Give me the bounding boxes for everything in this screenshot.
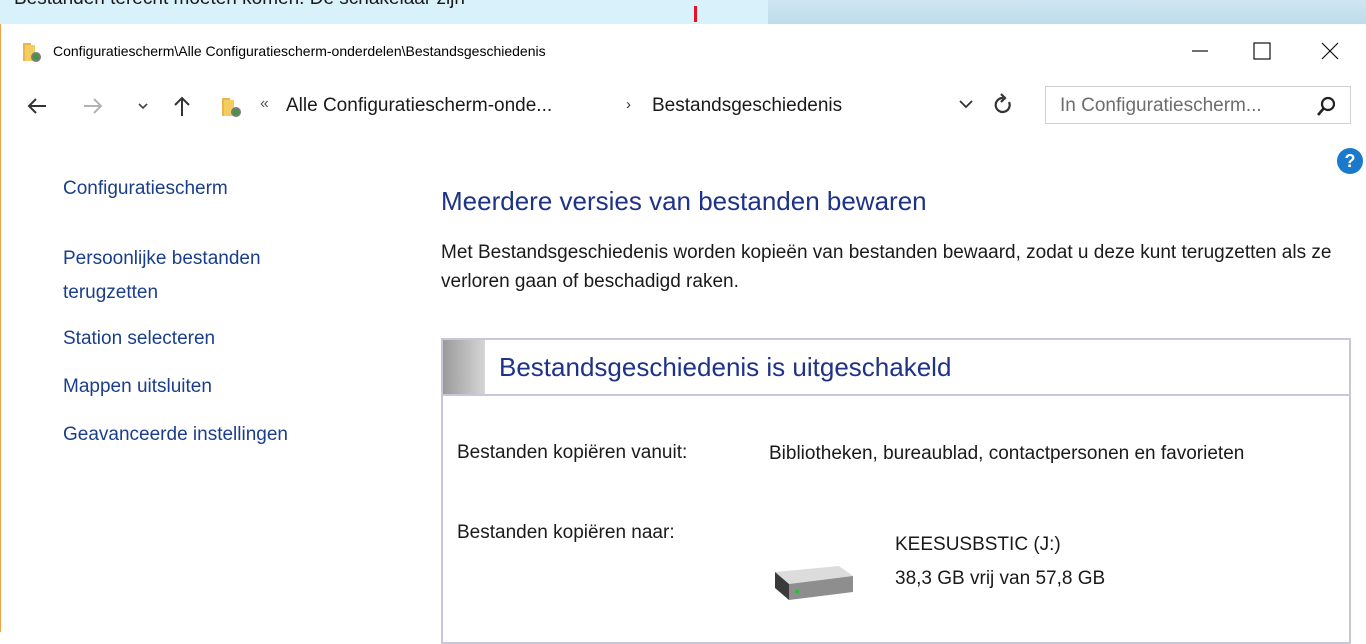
forward-button[interactable] bbox=[75, 90, 111, 122]
sidebar-item-restore-personal-files-2[interactable]: terugzetten bbox=[63, 276, 158, 310]
up-arrow-icon bbox=[174, 96, 190, 116]
file-history-window: Configuratiescherm\Alle Configuratiesche… bbox=[0, 24, 1366, 644]
recent-locations-button[interactable] bbox=[131, 90, 155, 122]
search-placeholder: In Configuratiescherm... bbox=[1060, 95, 1262, 116]
sidebar-item-advanced-settings[interactable]: Geavanceerde instellingen bbox=[63, 418, 288, 452]
search-icon[interactable] bbox=[1316, 95, 1338, 122]
forward-arrow-icon bbox=[84, 98, 103, 114]
sidebar-item-select-drive[interactable]: Station selecteren bbox=[63, 322, 215, 356]
title-bar[interactable]: Configuratiescherm\Alle Configuratiesche… bbox=[1, 24, 1366, 78]
status-indicator bbox=[443, 340, 485, 394]
maximize-icon bbox=[1253, 42, 1271, 60]
address-dropdown-button[interactable] bbox=[958, 97, 974, 116]
background-blue-area bbox=[768, 0, 1366, 24]
drive-free-space: 38,3 GB vrij van 57,8 GB bbox=[895, 568, 1106, 589]
control-panel-icon bbox=[220, 96, 246, 123]
background-text: Bestanden terecht moeten komen. De schak… bbox=[14, 0, 465, 10]
drive-name: KEESUSBSTIC (J:) bbox=[895, 534, 1061, 555]
address-overflow-chevron[interactable]: « bbox=[260, 95, 269, 113]
copy-to-label: Bestanden kopiëren naar: bbox=[457, 522, 675, 543]
up-button[interactable] bbox=[167, 90, 197, 122]
close-icon bbox=[1321, 42, 1339, 60]
sidebar-item-exclude-folders[interactable]: Mappen uitsluiten bbox=[63, 370, 212, 404]
chevron-down-icon bbox=[138, 103, 148, 110]
refresh-icon bbox=[994, 93, 1011, 114]
minimize-icon bbox=[1192, 50, 1208, 52]
back-arrow-icon bbox=[27, 98, 46, 114]
page-description: Met Bestandsgeschiedenis worden kopieën … bbox=[441, 242, 1332, 292]
copy-from-value: Bibliotheken, bureaublad, contactpersone… bbox=[769, 443, 1245, 464]
refresh-button[interactable] bbox=[992, 93, 1014, 122]
sidebar-item-restore-personal-files[interactable]: Persoonlijke bestanden bbox=[63, 242, 261, 276]
background-red-mark bbox=[694, 6, 697, 22]
breadcrumb-file-history[interactable]: Bestandsgeschiedenis bbox=[652, 95, 842, 117]
breadcrumb-all-items[interactable]: Alle Configuratiescherm-onde... bbox=[286, 95, 552, 117]
close-button[interactable] bbox=[1305, 32, 1355, 70]
page-title: Meerdere versies van bestanden bewaren bbox=[441, 186, 927, 216]
control-panel-folder-icon bbox=[21, 41, 45, 68]
back-button[interactable] bbox=[19, 90, 55, 122]
minimize-button[interactable] bbox=[1175, 32, 1225, 70]
status-title: Bestandsgeschiedenis is uitgeschakeld bbox=[499, 352, 952, 382]
search-box[interactable]: In Configuratiescherm... bbox=[1045, 86, 1351, 124]
navigation-bar: « Alle Configuratiescherm-onde... › Best… bbox=[1, 84, 1366, 128]
status-panel: Bestandsgeschiedenis is uitgeschakeld Be… bbox=[441, 338, 1351, 644]
usb-drive-icon bbox=[769, 562, 855, 607]
address-bar[interactable]: « Alle Configuratiescherm-onde... › Best… bbox=[209, 86, 1033, 124]
help-button[interactable]: ? bbox=[1337, 148, 1363, 174]
status-panel-header: Bestandsgeschiedenis is uitgeschakeld bbox=[443, 340, 1349, 396]
breadcrumb-separator[interactable]: › bbox=[626, 96, 631, 113]
background-window-strip: Bestanden terecht moeten komen. De schak… bbox=[0, 0, 1366, 24]
chevron-down-icon bbox=[959, 100, 973, 109]
maximize-button[interactable] bbox=[1237, 32, 1287, 70]
sidebar-item-control-panel[interactable]: Configuratiescherm bbox=[63, 172, 228, 206]
copy-from-label: Bestanden kopiëren vanuit: bbox=[457, 442, 688, 463]
window-title: Configuratiescherm\Alle Configuratiesche… bbox=[53, 43, 546, 59]
